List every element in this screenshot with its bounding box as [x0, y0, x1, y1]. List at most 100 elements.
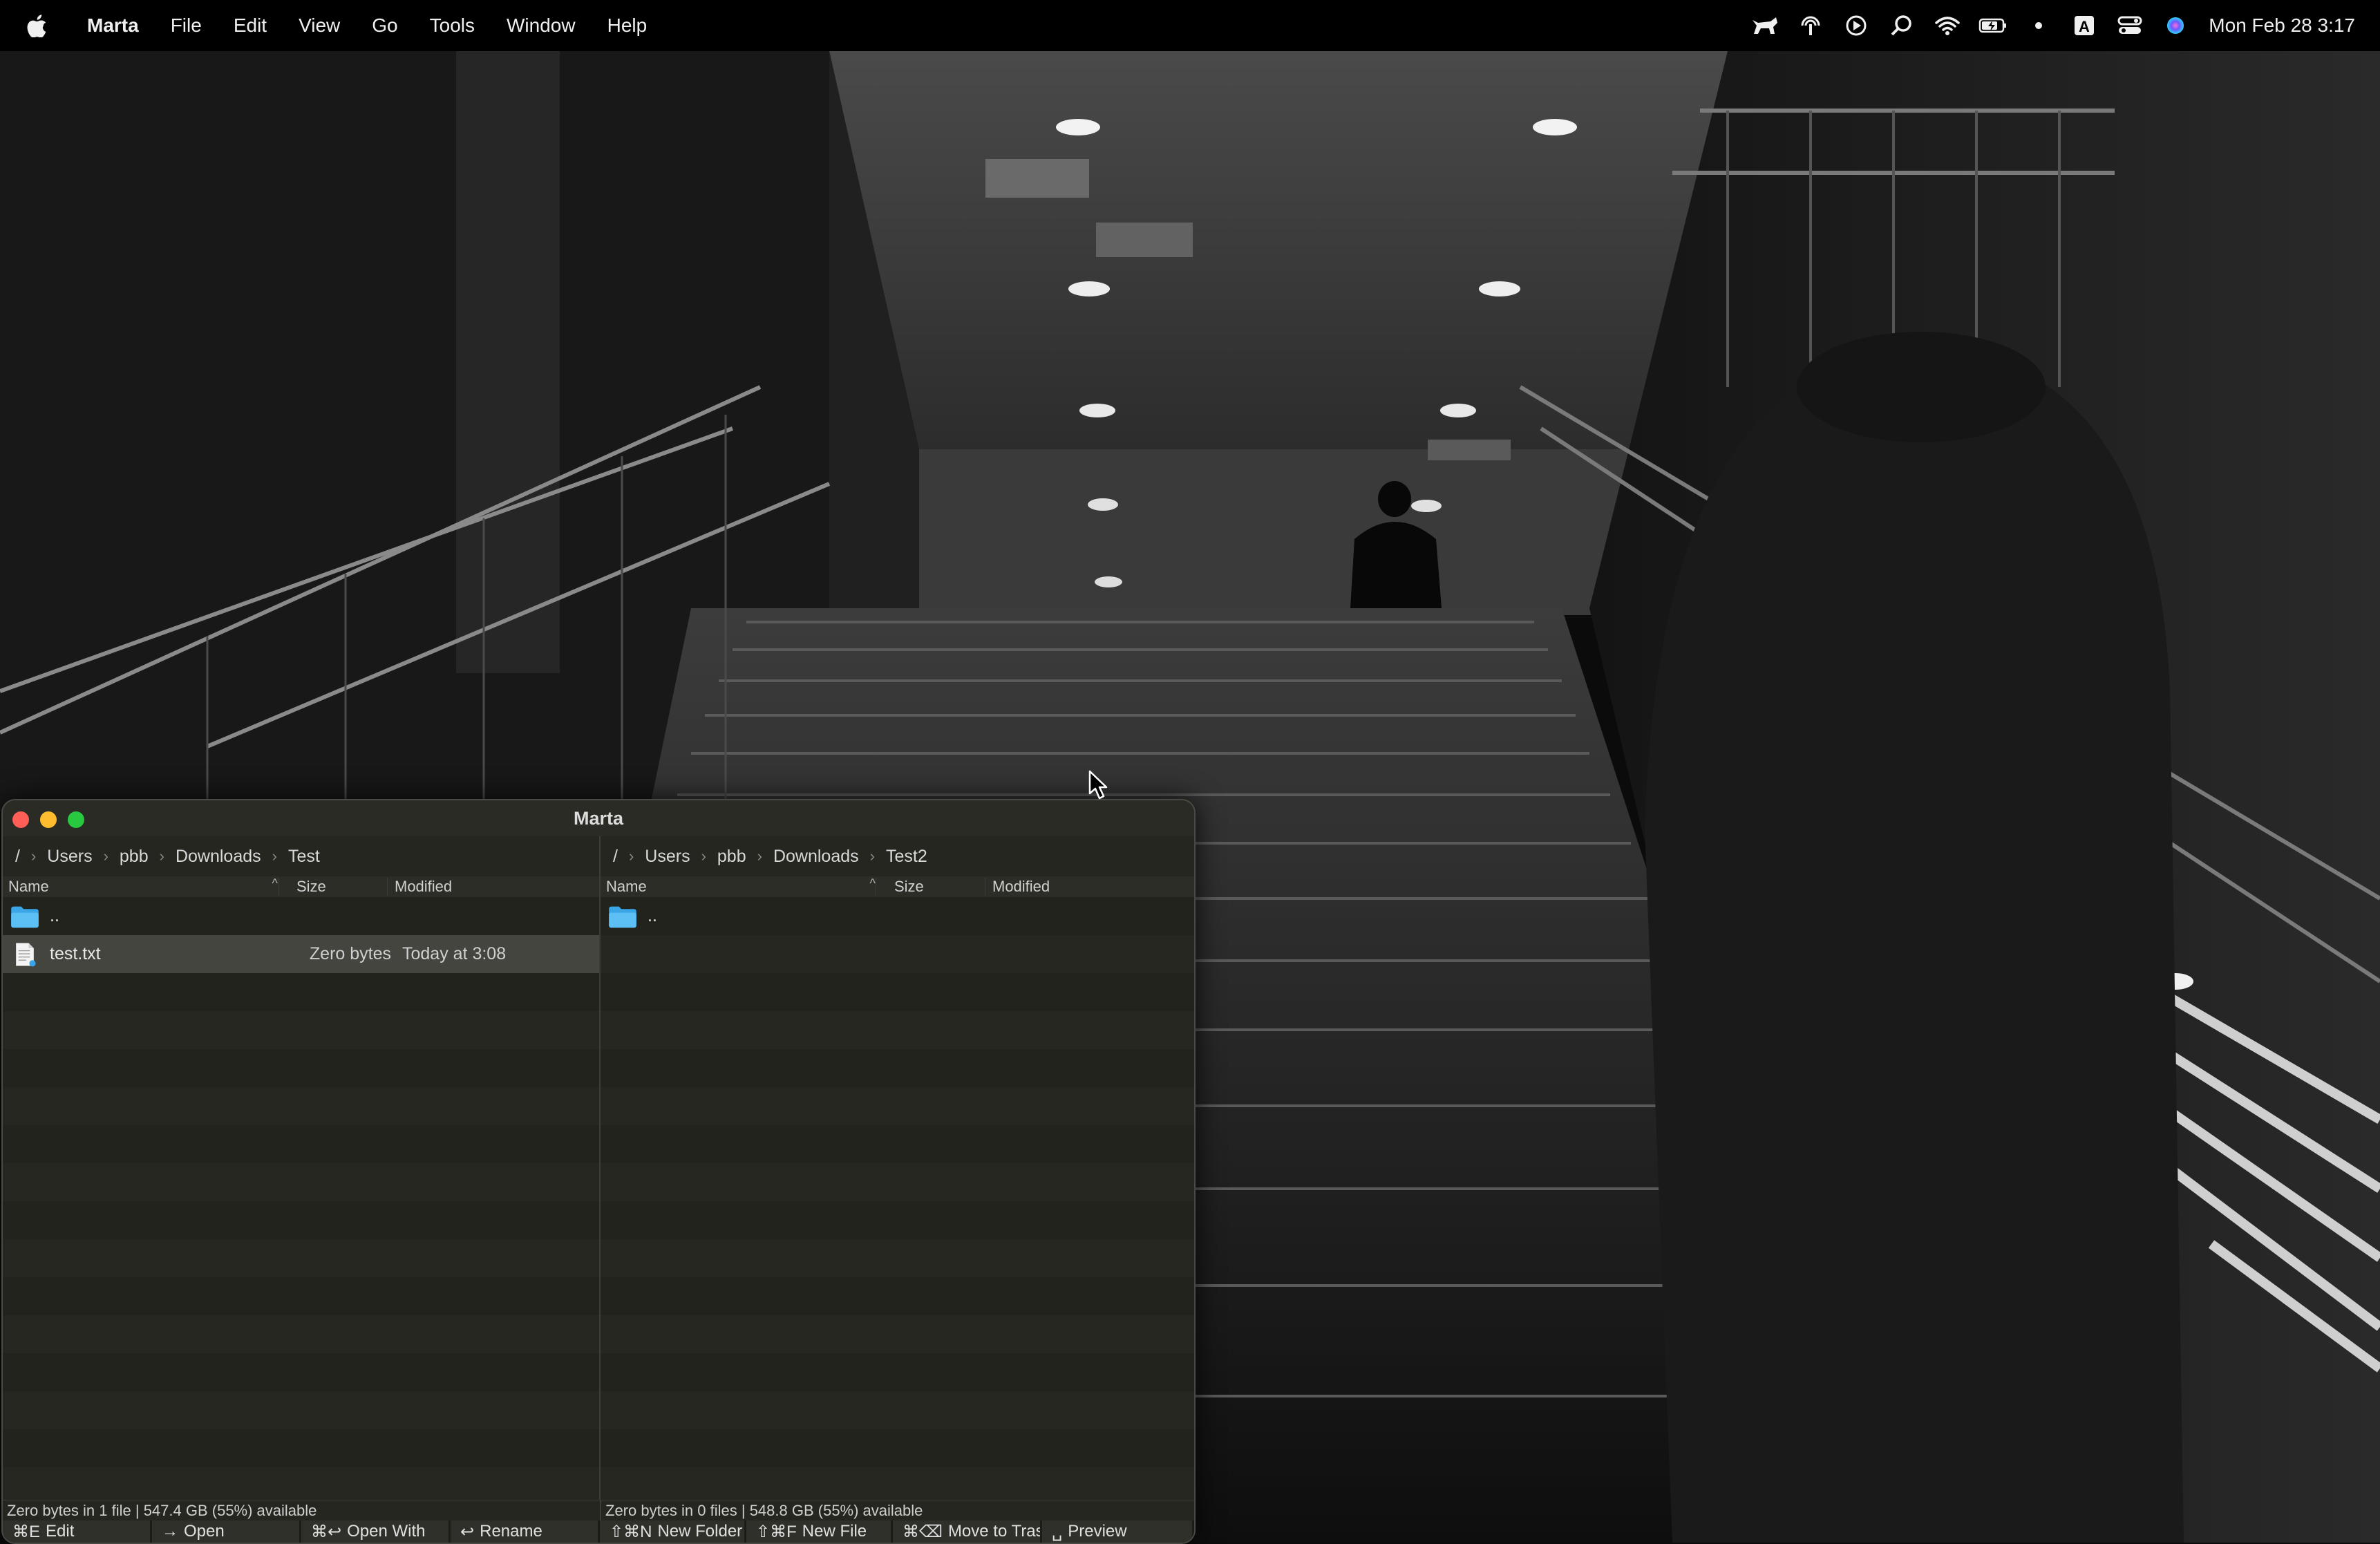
text-file-icon: [8, 941, 41, 968]
button-label: Edit: [46, 1522, 75, 1541]
breadcrumb-root[interactable]: /: [613, 847, 618, 867]
column-size-header[interactable]: Size: [876, 878, 985, 896]
dot-icon: [2023, 13, 2054, 38]
column-name-label: Name: [606, 878, 647, 895]
open-with-button[interactable]: ⌘↩ Open With: [301, 1521, 451, 1543]
sort-ascending-icon: ^: [869, 876, 876, 890]
input-source-letter: A: [2079, 18, 2090, 35]
menu-clock[interactable]: Mon Feb 28 3:17: [2209, 15, 2355, 37]
menu-edit[interactable]: Edit: [234, 15, 267, 37]
chevron-right-icon: ›: [628, 847, 634, 865]
battery-icon[interactable]: [1978, 13, 2008, 38]
airdrop-icon[interactable]: [1795, 13, 1826, 38]
edit-button[interactable]: ⌘E Edit: [3, 1521, 152, 1543]
breadcrumb-downloads[interactable]: Downloads: [176, 847, 261, 867]
button-label: Move to Trash: [947, 1522, 1040, 1541]
chevron-right-icon: ›: [30, 847, 37, 865]
new-file-button[interactable]: ⇧⌘F New File: [746, 1521, 893, 1543]
menu-view[interactable]: View: [299, 15, 340, 37]
breadcrumb-downloads[interactable]: Downloads: [773, 847, 859, 867]
chevron-right-icon: ›: [869, 847, 875, 865]
file-name: test.txt: [50, 944, 101, 963]
column-modified-header[interactable]: Modified: [985, 878, 1050, 896]
left-pane[interactable]: / › Users › pbb › Downloads › Test Name …: [3, 836, 601, 1500]
breadcrumb-root[interactable]: /: [15, 847, 20, 867]
button-label: Open: [184, 1522, 225, 1541]
breadcrumb-test[interactable]: Test: [288, 847, 320, 867]
shortcut-key: ⌘E: [12, 1522, 41, 1541]
search-zoom-icon[interactable]: [1887, 13, 1917, 38]
breadcrumb-users[interactable]: Users: [47, 847, 92, 867]
control-center-icon[interactable]: [2115, 13, 2145, 38]
chevron-right-icon: ›: [272, 847, 277, 865]
mouse-pointer-icon: [1088, 770, 1108, 800]
column-name-header[interactable]: Name ^: [601, 876, 876, 896]
cat-app-icon[interactable]: [1750, 13, 1780, 38]
menu-app-name[interactable]: Marta: [87, 15, 139, 37]
list-item-test-txt[interactable]: test.txt Zero bytes Today at 3:08: [3, 935, 599, 973]
chevron-right-icon: ›: [103, 847, 108, 865]
shortcut-key: ⌘↩: [311, 1522, 342, 1541]
column-header: Name ^ Size Modified: [3, 876, 599, 898]
folder-icon: [606, 903, 639, 930]
button-label: New Folder: [657, 1522, 743, 1541]
marta-window: Marta / › Users › pbb › Downloads › Test…: [1, 799, 1196, 1544]
breadcrumb-pbb[interactable]: pbb: [120, 847, 149, 867]
file-name: ..: [648, 906, 657, 925]
column-size-header[interactable]: Size: [278, 878, 387, 896]
new-folder-button[interactable]: ⇧⌘N New Folder: [600, 1521, 746, 1543]
right-pane[interactable]: / › Users › pbb › Downloads › Test2 Name…: [601, 836, 1194, 1500]
shortcut-key: ↩: [460, 1522, 475, 1541]
input-source-icon[interactable]: A: [2069, 13, 2099, 38]
wifi-icon[interactable]: [1932, 13, 1963, 38]
apple-logo-icon[interactable]: [26, 14, 47, 38]
play-icon[interactable]: [1841, 13, 1871, 38]
file-list[interactable]: .. test.txt Zero bytes Today at 3:08: [3, 897, 599, 1500]
shortcut-key: →: [162, 1522, 178, 1541]
breadcrumb-users[interactable]: Users: [645, 847, 690, 867]
breadcrumb-test2[interactable]: Test2: [886, 847, 927, 867]
column-modified-header[interactable]: Modified: [387, 878, 452, 896]
file-modified: Today at 3:08: [402, 944, 507, 963]
file-name: ..: [50, 906, 59, 925]
button-label: Open With: [347, 1522, 426, 1541]
file-size: Zero bytes: [309, 944, 391, 963]
list-item-parent-folder[interactable]: ..: [601, 897, 1194, 935]
window-titlebar[interactable]: Marta: [3, 800, 1194, 836]
window-title: Marta: [573, 807, 624, 829]
function-key-bar: ⌘E Edit → Open ⌘↩ Open With ↩ Rename ⇧⌘N New …: [3, 1521, 1194, 1543]
shortcut-key: ⌘⌫: [903, 1522, 943, 1541]
breadcrumb-pbb[interactable]: pbb: [717, 847, 746, 867]
chevron-right-icon: ›: [757, 847, 762, 865]
shortcut-key: ␣: [1052, 1522, 1063, 1541]
menu-go[interactable]: Go: [372, 15, 397, 37]
minimize-window-button[interactable]: [40, 811, 57, 828]
menu-bar: Marta File Edit View Go Tools Window Hel…: [0, 0, 2380, 51]
siri-icon[interactable]: [2160, 13, 2191, 38]
menu-window[interactable]: Window: [507, 15, 576, 37]
folder-icon: [8, 903, 41, 930]
right-pane-status: Zero bytes in 0 files | 548.8 GB (55%) a…: [600, 1500, 1194, 1521]
menu-tools[interactable]: Tools: [430, 15, 475, 37]
sort-ascending-icon: ^: [272, 876, 278, 890]
file-list[interactable]: ..: [601, 897, 1194, 1500]
move-to-trash-button[interactable]: ⌘⌫Move to Trash: [893, 1521, 1042, 1543]
menu-file[interactable]: File: [171, 15, 202, 37]
zoom-window-button[interactable]: [68, 811, 84, 828]
chevron-right-icon: ›: [159, 847, 164, 865]
chevron-right-icon: ›: [701, 847, 706, 865]
menu-help[interactable]: Help: [607, 15, 648, 37]
rename-button[interactable]: ↩ Rename: [451, 1521, 600, 1543]
close-window-button[interactable]: [12, 811, 29, 828]
preview-button[interactable]: ␣ Preview: [1042, 1521, 1194, 1543]
status-bar: Zero bytes in 1 file | 547.4 GB (55%) av…: [3, 1500, 1194, 1521]
open-button[interactable]: → Open: [152, 1521, 301, 1543]
breadcrumb: / › Users › pbb › Downloads › Test2: [601, 836, 1194, 876]
shortcut-key: ⇧⌘N: [610, 1522, 652, 1541]
button-label: Preview: [1068, 1522, 1127, 1541]
column-name-header[interactable]: Name ^: [3, 876, 278, 896]
shortcut-key: ⇧⌘F: [756, 1522, 797, 1541]
column-name-label: Name: [8, 878, 49, 895]
list-item-parent-folder[interactable]: ..: [3, 897, 599, 935]
button-label: Rename: [480, 1522, 542, 1541]
